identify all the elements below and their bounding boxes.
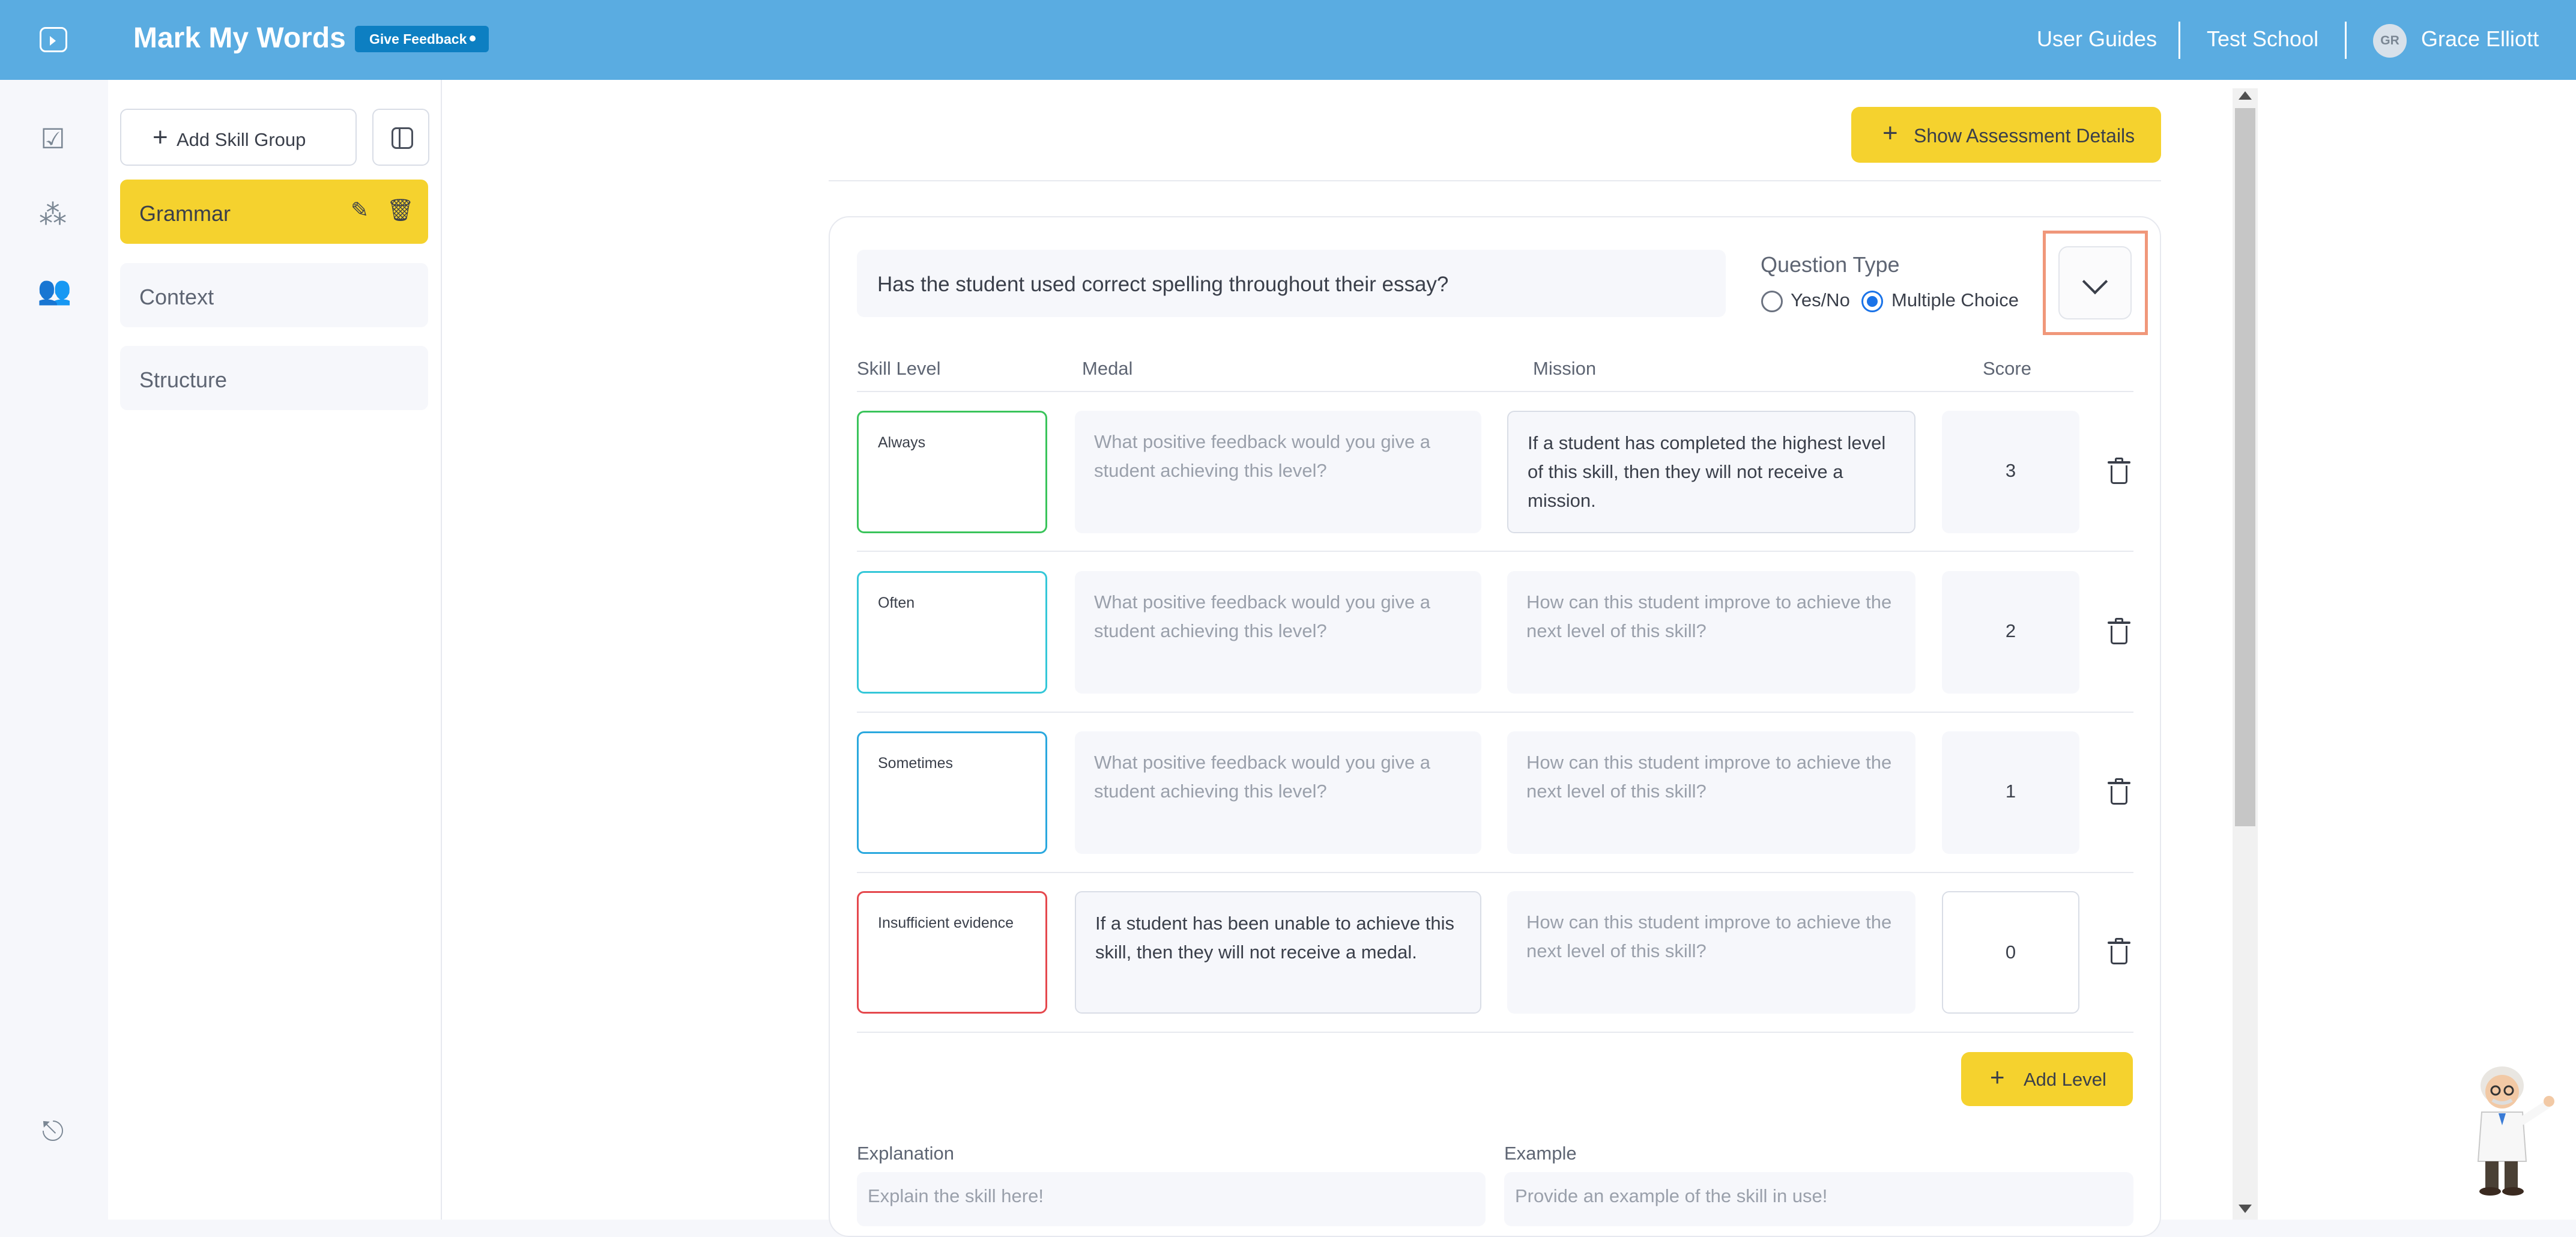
score-input[interactable]: 0	[1942, 891, 2079, 1014]
nav-divider	[2345, 22, 2347, 59]
row-divider	[857, 712, 2133, 713]
medal-input[interactable]: What positive feedback would you give a …	[1075, 731, 1481, 854]
skill-group-panel: + Add Skill Group Grammar ✎ 🗑 Context St…	[108, 80, 442, 1220]
score-input[interactable]: 2	[1942, 571, 2079, 694]
col-header-score: Score	[1983, 358, 2031, 379]
skill-group-label: Grammar	[139, 201, 231, 226]
skill-group-grammar[interactable]: Grammar ✎ 🗑	[120, 180, 428, 244]
top-bar: Mark My Words Give Feedback User Guides …	[0, 0, 2576, 80]
plus-icon: +	[153, 122, 168, 152]
add-skill-group-button[interactable]: + Add Skill Group	[120, 109, 357, 166]
focus-highlight	[2043, 231, 2148, 335]
edit-icon[interactable]: ✎	[351, 198, 369, 223]
user-guides-link[interactable]: User Guides	[2037, 26, 2157, 52]
row-divider	[857, 551, 2133, 552]
trash-icon[interactable]: 🗑	[387, 198, 414, 223]
divider	[829, 180, 2161, 181]
mission-input[interactable]: How can this student improve to achieve …	[1507, 571, 1915, 694]
explanation-input[interactable]: Explain the skill here!	[857, 1172, 1486, 1226]
row-divider	[857, 872, 2133, 873]
explanation-label: Explanation	[857, 1143, 955, 1164]
plus-icon: +	[1990, 1063, 2005, 1091]
add-skill-group-label: Add Skill Group	[177, 129, 306, 150]
medal-input[interactable]: What positive feedback would you give a …	[1075, 411, 1481, 533]
col-header-skill-level: Skill Level	[857, 358, 941, 379]
skill-level-input[interactable]: Always	[857, 411, 1047, 533]
radio-yes-no-label[interactable]: Yes/No	[1791, 289, 1850, 311]
feedback-dot-icon	[470, 35, 476, 41]
logout-icon[interactable]: ⎋	[37, 1115, 68, 1146]
mission-input[interactable]: How can this student improve to achieve …	[1507, 731, 1915, 854]
trash-icon[interactable]	[2108, 938, 2130, 964]
give-feedback-button[interactable]: Give Feedback	[355, 26, 489, 52]
collapse-panel-icon	[392, 127, 413, 149]
users-icon[interactable]: 👥	[37, 274, 71, 306]
example-label: Example	[1504, 1143, 1577, 1164]
sidebar-toggle-icon[interactable]	[40, 27, 67, 52]
collapse-panel-button[interactable]	[372, 109, 429, 166]
add-level-button[interactable]: + Add Level	[1961, 1052, 2133, 1106]
question-type-label: Question Type	[1761, 252, 1900, 277]
medal-input[interactable]: What positive feedback would you give a …	[1075, 571, 1481, 694]
mascot-professor-icon[interactable]	[2461, 1063, 2557, 1199]
trash-icon[interactable]	[2108, 458, 2130, 484]
skill-group-context[interactable]: Context	[120, 263, 428, 327]
skill-group-label: Context	[139, 285, 214, 309]
app-title: Mark My Words	[133, 22, 346, 54]
example-input[interactable]: Provide an example of the skill in use!	[1504, 1172, 2133, 1226]
col-header-mission: Mission	[1533, 358, 1597, 379]
trash-icon[interactable]	[2108, 618, 2130, 644]
col-header-medal: Medal	[1082, 358, 1133, 379]
nav-divider	[2178, 22, 2180, 59]
skill-level-input[interactable]: Often	[857, 571, 1047, 694]
scrollbar-thumb[interactable]	[2235, 108, 2255, 826]
question-input[interactable]: Has the student used correct spelling th…	[857, 250, 1726, 317]
school-selector[interactable]: Test School	[2207, 26, 2318, 52]
user-name[interactable]: Grace Elliott	[2421, 26, 2539, 52]
add-level-label: Add Level	[2024, 1069, 2106, 1090]
show-assessment-details-button[interactable]: + Show Assessment Details	[1851, 107, 2161, 163]
skill-group-label: Structure	[139, 367, 228, 392]
plus-icon: +	[1882, 118, 1898, 148]
medal-input[interactable]: If a student has been unable to achieve …	[1075, 891, 1481, 1014]
radio-multiple-choice[interactable]	[1861, 291, 1883, 312]
icon-rail: ☑ ⁂ 👥 ⎋	[0, 80, 108, 1220]
radio-yes-no[interactable]	[1761, 291, 1783, 312]
groups-icon[interactable]: ⁂	[37, 199, 68, 230]
score-input[interactable]: 1	[1942, 731, 2079, 854]
skill-group-structure[interactable]: Structure	[120, 346, 428, 410]
radio-multiple-choice-label[interactable]: Multiple Choice	[1891, 289, 2019, 311]
header-divider	[857, 391, 2133, 392]
scroll-up-icon[interactable]	[2239, 91, 2252, 100]
skill-level-input[interactable]: Sometimes	[857, 731, 1047, 854]
give-feedback-label: Give Feedback	[369, 31, 467, 47]
assessments-icon[interactable]: ☑	[37, 123, 68, 154]
mission-input[interactable]: How can this student improve to achieve …	[1507, 891, 1915, 1014]
score-input[interactable]: 3	[1942, 411, 2079, 533]
avatar[interactable]: GR	[2373, 24, 2407, 58]
trash-icon[interactable]	[2108, 778, 2130, 805]
skill-level-input[interactable]: Insufficient evidence	[857, 891, 1047, 1014]
row-divider	[857, 1032, 2133, 1033]
scroll-down-icon[interactable]	[2239, 1205, 2252, 1213]
show-details-label: Show Assessment Details	[1914, 125, 2135, 147]
mission-input[interactable]: If a student has completed the highest l…	[1507, 411, 1915, 533]
